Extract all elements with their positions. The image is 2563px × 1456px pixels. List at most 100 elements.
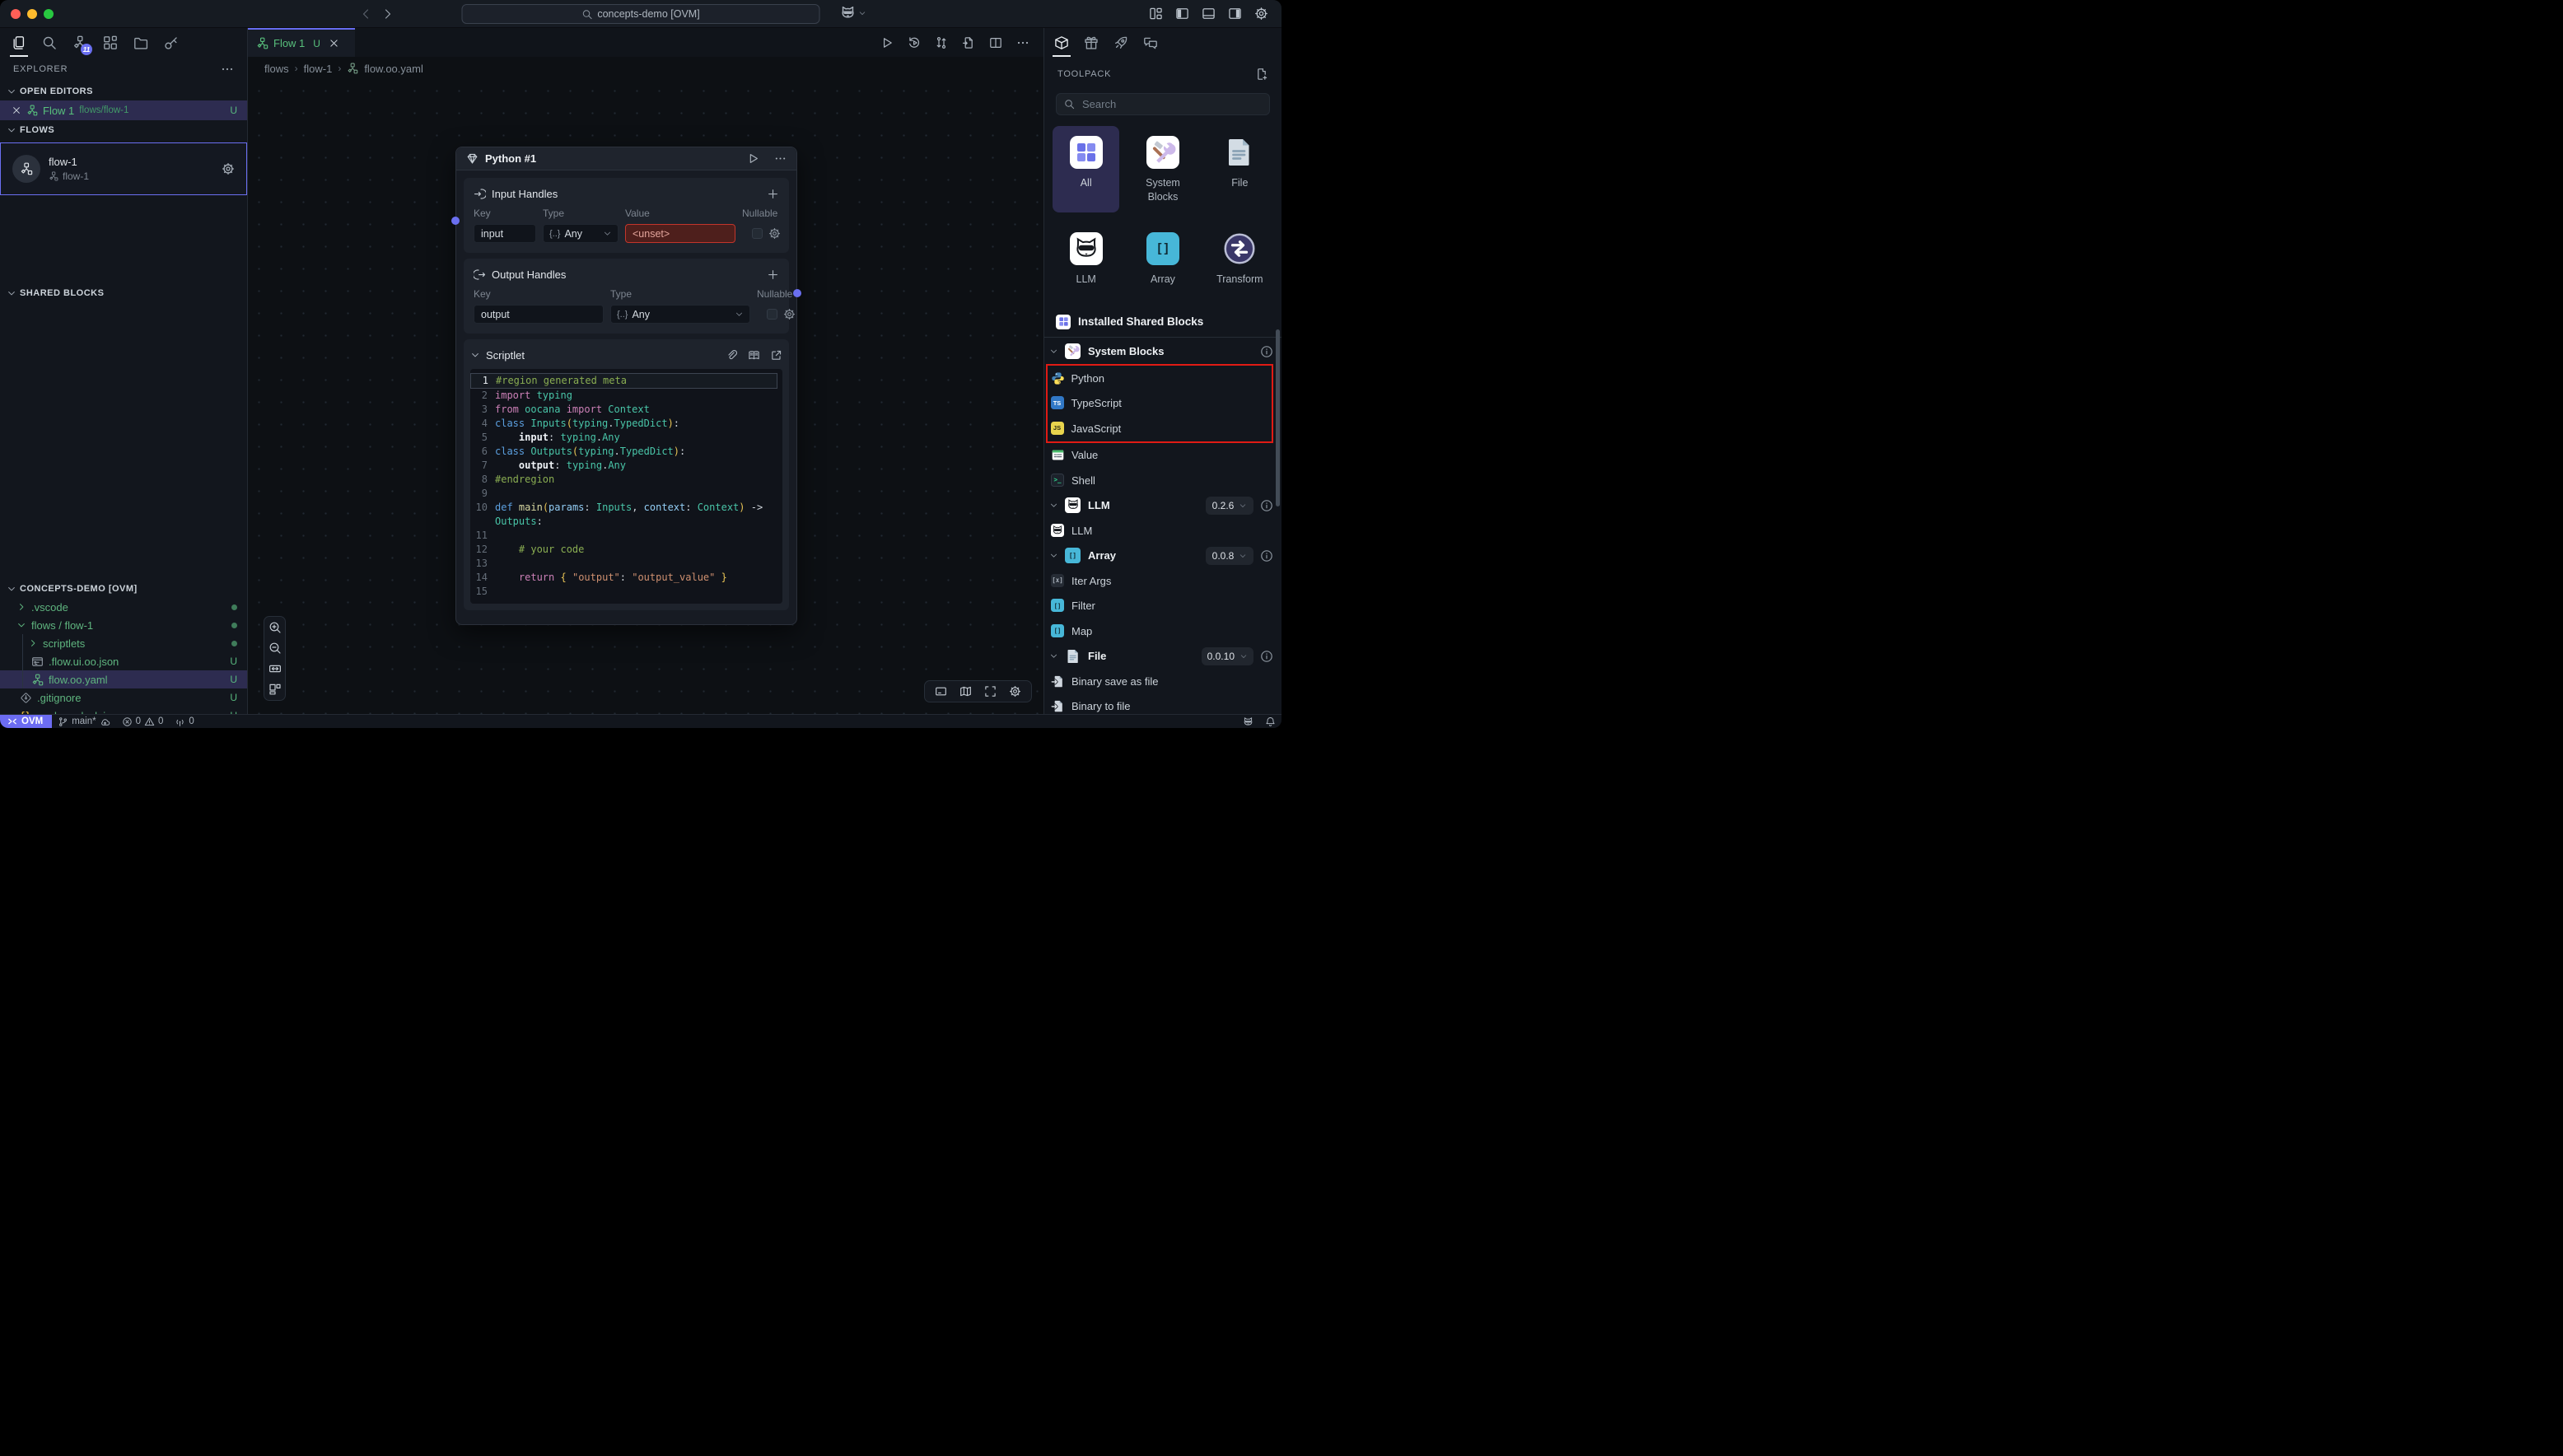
activity-flows-button[interactable]: 11 bbox=[68, 28, 92, 57]
code-line[interactable]: 13 bbox=[470, 557, 777, 571]
scrollbar-thumb[interactable] bbox=[1276, 329, 1280, 506]
input-nullable-checkbox[interactable] bbox=[752, 228, 763, 239]
category-card-llm[interactable]: LLM bbox=[1053, 222, 1119, 295]
chevron-down-icon[interactable] bbox=[470, 350, 480, 360]
category-card-all[interactable]: All bbox=[1053, 126, 1119, 212]
ports-indicator[interactable]: 0 bbox=[169, 715, 199, 728]
block-group-system-blocks[interactable]: System Blocks bbox=[1049, 339, 1273, 365]
block-item-typescript[interactable]: TS TypeScript bbox=[1049, 391, 1272, 417]
version-select[interactable]: 0.0.8 bbox=[1206, 547, 1253, 565]
zoom-in-button[interactable] bbox=[268, 621, 282, 634]
block-item-map[interactable]: [ ] Map bbox=[1049, 618, 1273, 644]
output-type-select[interactable]: {..} Any bbox=[610, 305, 750, 324]
docs-icon[interactable] bbox=[748, 349, 760, 362]
code-line-wrap[interactable]: Outputs: bbox=[470, 515, 777, 529]
category-card-transform[interactable]: Transform bbox=[1207, 222, 1273, 295]
tree-item[interactable]: .vscode bbox=[0, 598, 247, 616]
assistant-menu-button[interactable] bbox=[840, 5, 866, 21]
history-back-button[interactable] bbox=[359, 7, 372, 21]
info-icon[interactable] bbox=[1260, 549, 1273, 562]
block-item-binary-save-as-file[interactable]: Binary save as file bbox=[1049, 669, 1273, 694]
code-line[interactable]: 7 output: typing.Any bbox=[470, 459, 777, 473]
close-editor-icon[interactable] bbox=[12, 105, 21, 115]
code-line[interactable]: 12 # your code bbox=[470, 543, 777, 557]
flow-settings-icon[interactable] bbox=[222, 162, 235, 175]
input-settings-icon[interactable] bbox=[768, 227, 781, 240]
open-editors-section-header[interactable]: OPEN EDITORS bbox=[0, 82, 247, 100]
deploy-tab[interactable] bbox=[1109, 28, 1133, 57]
tree-item[interactable]: .flow.ui.oo.jsonU bbox=[0, 652, 247, 670]
branch-indicator[interactable]: main* bbox=[52, 715, 115, 728]
attach-icon[interactable] bbox=[726, 349, 738, 362]
activity-search-button[interactable] bbox=[37, 28, 62, 57]
activity-extensions-button[interactable] bbox=[98, 28, 123, 57]
code-editor[interactable]: 1#region generated meta2import typing3fr… bbox=[470, 369, 782, 604]
shared-blocks-section-header[interactable]: SHARED BLOCKS bbox=[0, 283, 247, 302]
auto-layout-button[interactable] bbox=[268, 683, 282, 696]
output-nullable-checkbox[interactable] bbox=[767, 309, 777, 320]
block-group-file[interactable]: File 0.0.10 bbox=[1049, 644, 1273, 670]
tree-item[interactable]: {}package-lock.jsonU bbox=[0, 707, 247, 714]
breadcrumb[interactable]: flows›flow-1›flow.oo.yaml bbox=[248, 57, 1043, 80]
rerun-button[interactable] bbox=[908, 36, 921, 49]
node-header[interactable]: Python #1 bbox=[456, 147, 796, 170]
zoom-window-button[interactable] bbox=[44, 9, 54, 19]
breadcrumb-item[interactable]: flows bbox=[264, 63, 289, 75]
open-editor-item[interactable]: Flow 1 flows/flow-1 U bbox=[0, 100, 247, 120]
activity-secrets-button[interactable] bbox=[159, 28, 184, 57]
output-key-field[interactable] bbox=[474, 305, 604, 324]
code-line[interactable]: 9 bbox=[470, 487, 777, 501]
tree-item[interactable]: scriptlets bbox=[0, 634, 247, 652]
explorer-more-actions-icon[interactable] bbox=[221, 63, 234, 76]
block-item-value[interactable]: Value bbox=[1049, 443, 1273, 469]
open-external-icon[interactable] bbox=[770, 349, 782, 362]
breadcrumb-item[interactable]: flow-1 bbox=[304, 63, 333, 75]
fit-view-button[interactable] bbox=[268, 662, 282, 675]
flow-canvas[interactable]: flows›flow-1›flow.oo.yaml Python #1 Inpu… bbox=[248, 57, 1043, 714]
block-item-javascript[interactable]: JS JavaScript bbox=[1049, 416, 1272, 441]
code-line[interactable]: 4class Inputs(typing.TypedDict): bbox=[470, 417, 777, 431]
settings-gear-icon[interactable] bbox=[1254, 7, 1268, 21]
project-section-header[interactable]: CONCEPTS-DEMO [OVM] bbox=[0, 579, 247, 598]
tree-item[interactable]: .gitignoreU bbox=[0, 688, 247, 707]
command-center-search[interactable]: concepts-demo [OVM] bbox=[462, 4, 820, 24]
category-card-file[interactable]: File bbox=[1207, 126, 1273, 212]
code-line[interactable]: 8#endregion bbox=[470, 473, 777, 487]
tab-flow-1[interactable]: Flow 1 U bbox=[248, 28, 355, 57]
activity-explorer-button[interactable] bbox=[7, 28, 31, 57]
code-line[interactable]: 11 bbox=[470, 529, 777, 543]
minimize-window-button[interactable] bbox=[27, 9, 37, 19]
code-line[interactable]: 6class Outputs(typing.TypedDict): bbox=[470, 445, 777, 459]
export-flow-button[interactable] bbox=[962, 36, 975, 49]
more-actions-button[interactable] bbox=[1016, 36, 1029, 49]
code-line[interactable]: 3from oocana import Context bbox=[470, 403, 777, 417]
new-toolpack-icon[interactable] bbox=[1255, 68, 1268, 81]
customize-layout-icon[interactable] bbox=[1149, 7, 1163, 21]
info-icon[interactable] bbox=[1260, 345, 1273, 358]
node-menu-button[interactable] bbox=[774, 152, 787, 165]
add-output-handle-button[interactable] bbox=[767, 268, 779, 281]
output-settings-icon[interactable] bbox=[783, 308, 796, 320]
toolpack-search-input[interactable] bbox=[1081, 97, 1262, 111]
flow-card[interactable]: flow-1 flow-1 bbox=[0, 142, 247, 195]
block-item-shell[interactable]: >_ Shell bbox=[1049, 468, 1273, 493]
activity-folder-button[interactable] bbox=[128, 28, 153, 57]
block-group-array[interactable]: [ ] Array 0.0.8 bbox=[1049, 544, 1273, 569]
info-icon[interactable] bbox=[1260, 650, 1273, 663]
notifications-bell[interactable] bbox=[1259, 715, 1282, 728]
block-item-llm[interactable]: LLM bbox=[1049, 518, 1273, 544]
block-item-binary-to-file[interactable]: Binary to file bbox=[1049, 694, 1273, 714]
run-flow-button[interactable] bbox=[880, 36, 894, 49]
toggle-left-sidebar-icon[interactable] bbox=[1175, 7, 1189, 21]
category-card-system-blocks[interactable]: System Blocks bbox=[1129, 126, 1196, 212]
block-item-filter[interactable]: [ ] Filter bbox=[1049, 594, 1273, 619]
canvas-settings-button[interactable] bbox=[1009, 685, 1021, 698]
code-line[interactable]: 15 bbox=[470, 585, 777, 599]
history-forward-button[interactable] bbox=[381, 7, 394, 21]
add-input-handle-button[interactable] bbox=[767, 188, 779, 200]
toggle-right-sidebar-icon[interactable] bbox=[1228, 7, 1242, 21]
remote-indicator[interactable]: OVM bbox=[0, 715, 52, 728]
tab-close-button[interactable] bbox=[329, 38, 339, 49]
problems-indicator[interactable]: 0 0 bbox=[116, 715, 170, 728]
code-line[interactable]: 10def main(params: Inputs, context: Cont… bbox=[470, 501, 777, 515]
